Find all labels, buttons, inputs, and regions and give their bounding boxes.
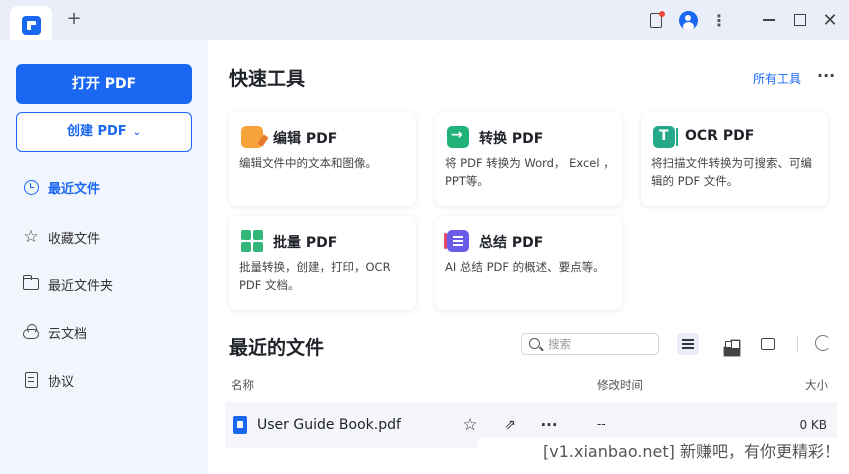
search-box — [521, 333, 659, 355]
column-header-name[interactable]: 名称 — [231, 377, 254, 393]
tool-card-title: 转换 PDF — [479, 131, 544, 147]
tool-card-title: OCR PDF — [685, 128, 755, 144]
sidebar-item-label: 最近文件 — [48, 181, 101, 197]
ocr-pdf-icon — [653, 126, 678, 148]
notification-button[interactable] — [648, 10, 665, 30]
cloud-icon — [23, 324, 39, 339]
share-icon[interactable]: ⇗ — [500, 415, 520, 435]
clock-icon — [23, 179, 39, 195]
sidebar-item-label: 云文档 — [48, 326, 88, 342]
notification-icon — [650, 10, 665, 28]
summarize-pdf-icon — [444, 230, 469, 252]
tool-card-title: 编辑 PDF — [273, 131, 338, 147]
sidebar-item-label: 最近文件夹 — [48, 278, 114, 294]
home-tab[interactable] — [10, 6, 52, 40]
edit-pdf-icon — [241, 126, 263, 148]
search-icon — [529, 338, 540, 349]
file-name: User Guide Book.pdf — [257, 417, 401, 433]
account-button[interactable] — [678, 10, 698, 30]
list-view-icon[interactable] — [677, 333, 699, 355]
divider — [797, 336, 798, 352]
tool-card-title: 批量 PDF — [273, 235, 338, 251]
tool-card-desc: 将 PDF 转换为 Word， Excel ，PPT等。 — [445, 156, 615, 188]
column-header-size[interactable]: 大小 — [805, 377, 828, 393]
open-pdf-button[interactable]: 打开 PDF — [16, 64, 192, 104]
maximize-icon[interactable] — [792, 10, 808, 30]
title-bar: + ⋮ ✕ — [0, 0, 849, 40]
refresh-icon[interactable] — [815, 335, 831, 351]
user-avatar-icon — [678, 10, 698, 30]
create-pdf-label: 创建 PDF — [66, 124, 127, 139]
more-vertical-icon[interactable]: ⋮ — [711, 10, 727, 30]
tool-card-desc: 编辑文件中的文本和图像。 — [239, 156, 377, 170]
star-icon: ☆ — [23, 226, 39, 247]
tool-card-summarize-pdf[interactable]: 总结 PDF AI 总结 PDF 的概述、要点等。 — [435, 216, 622, 310]
sidebar-item-starred-files[interactable]: ☆ 收藏文件 — [22, 226, 100, 248]
pdf-file-icon — [233, 416, 247, 434]
create-pdf-button[interactable]: 创建 PDF ⌄ — [16, 112, 192, 152]
sidebar-item-label: 收藏文件 — [48, 231, 101, 247]
plus-icon: + — [66, 8, 82, 29]
tool-card-title: 总结 PDF — [479, 235, 544, 251]
tool-card-desc: 将扫描文件转换为可搜索、可编辑的 PDF 文件。 — [651, 156, 812, 188]
recent-files-title: 最近的文件 — [229, 337, 325, 359]
more-options-icon[interactable]: ··· — [539, 415, 559, 435]
quick-tools-title: 快速工具 — [229, 68, 306, 90]
app-logo-icon — [22, 16, 41, 35]
new-tab-button[interactable]: + — [64, 9, 84, 29]
tool-card-edit-pdf[interactable]: 编辑 PDF 编辑文件中的文本和图像。 — [229, 112, 416, 206]
star-icon[interactable]: ☆ — [460, 415, 480, 435]
tool-card-batch-pdf[interactable]: 批量 PDF 批量转换，创建，打印，OCR PDF 文档。 — [229, 216, 416, 310]
chevron-down-icon: ⌄ — [132, 127, 142, 138]
file-size: 0 KB — [799, 418, 827, 432]
grid-view-icon[interactable] — [717, 333, 739, 355]
sidebar-item-agreements[interactable]: 协议 — [22, 369, 74, 391]
tool-card-ocr-pdf[interactable]: OCR PDF 将扫描文件转换为可搜索、可编辑的 PDF 文件。 — [641, 112, 828, 206]
more-options-icon[interactable]: ··· — [817, 66, 835, 85]
sidebar-item-cloud-docs[interactable]: 云文档 — [22, 321, 87, 343]
sidebar-item-recent-folders[interactable]: 最近文件夹 — [22, 273, 113, 295]
convert-pdf-icon — [443, 122, 469, 148]
close-icon[interactable]: ✕ — [822, 10, 838, 31]
file-modified: -- — [597, 417, 606, 431]
all-tools-link[interactable]: 所有工具 — [753, 70, 801, 87]
tool-card-desc: AI 总结 PDF 的概述、要点等。 — [445, 260, 605, 274]
storage-icon[interactable] — [757, 333, 779, 355]
watermark: [v1.xianbao.net] 新赚吧，有你更精彩！ — [478, 438, 848, 470]
sidebar-item-recent-files[interactable]: 最近文件 — [22, 176, 100, 198]
tool-card-convert-pdf[interactable]: 转换 PDF 将 PDF 转换为 Word， Excel ，PPT等。 — [435, 112, 622, 206]
column-header-modified[interactable]: 修改时间 — [597, 377, 643, 393]
sidebar: 打开 PDF 创建 PDF ⌄ 最近文件 ☆ 收藏文件 最近文件夹 云文档 协议 — [0, 40, 208, 474]
batch-pdf-icon — [241, 230, 263, 252]
minimize-icon[interactable] — [761, 10, 777, 30]
folder-icon — [22, 275, 39, 290]
tool-card-desc: 批量转换，创建，打印，OCR PDF 文档。 — [239, 260, 391, 292]
sidebar-item-label: 协议 — [48, 374, 75, 390]
search-input[interactable] — [548, 336, 654, 352]
document-icon — [24, 372, 38, 388]
